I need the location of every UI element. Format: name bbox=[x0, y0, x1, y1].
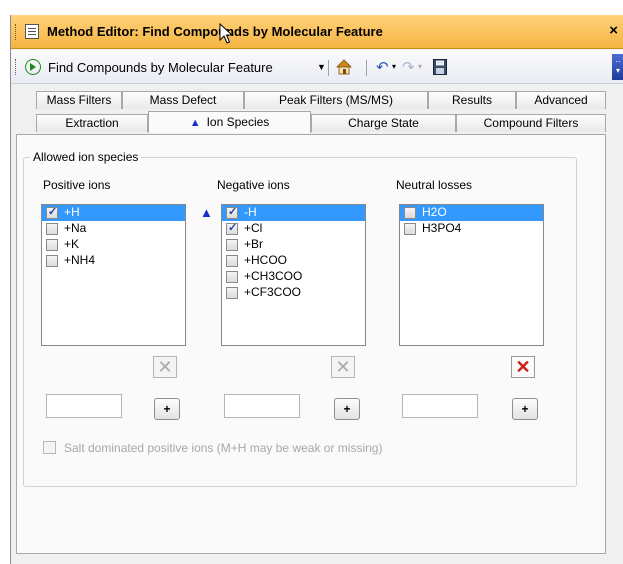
item-checkbox[interactable] bbox=[226, 287, 238, 299]
neutral-losses-label: Neutral losses bbox=[396, 178, 473, 192]
list-item[interactable]: H2O bbox=[400, 205, 543, 221]
home-icon[interactable] bbox=[336, 59, 352, 75]
positive-ions-list[interactable]: +H +Na +K +NH4 bbox=[41, 204, 186, 346]
tab-peak-filters[interactable]: Peak Filters (MS/MS) bbox=[244, 91, 428, 109]
item-checkbox[interactable] bbox=[226, 221, 238, 236]
delete-negative-button[interactable]: ✕ bbox=[331, 356, 355, 378]
item-label: +H bbox=[64, 205, 80, 219]
tab-charge-state[interactable]: Charge State bbox=[311, 114, 456, 132]
grip-handle[interactable] bbox=[15, 59, 18, 75]
negative-ions-list[interactable]: -H +Cl +Br +HCOO +CH3COO +CF3COO bbox=[221, 204, 366, 346]
positive-ion-input[interactable] bbox=[46, 394, 122, 418]
negative-ions-label: Negative ions bbox=[217, 178, 290, 192]
add-positive-button[interactable]: + bbox=[154, 398, 180, 420]
item-checkbox[interactable] bbox=[46, 239, 58, 251]
group-legend: Allowed ion species bbox=[30, 150, 142, 164]
document-icon bbox=[25, 24, 39, 39]
tab-label: Ion Species bbox=[206, 115, 270, 129]
save-icon[interactable] bbox=[433, 59, 447, 75]
item-label: H2O bbox=[422, 205, 447, 219]
list-item[interactable]: +K bbox=[42, 237, 185, 253]
toolbar-separator bbox=[366, 60, 367, 76]
window-title: Method Editor: Find Compounds by Molecul… bbox=[47, 24, 383, 39]
run-icon[interactable] bbox=[25, 59, 41, 75]
tab-mass-defect[interactable]: Mass Defect bbox=[122, 91, 244, 109]
list-item[interactable]: +CH3COO bbox=[222, 269, 365, 285]
tab-advanced[interactable]: Advanced bbox=[516, 91, 606, 109]
item-checkbox[interactable] bbox=[46, 255, 58, 267]
mouse-cursor-icon bbox=[219, 23, 234, 44]
positive-ions-label: Positive ions bbox=[43, 178, 111, 192]
warning-icon: ▲ bbox=[200, 205, 213, 220]
list-item[interactable]: +CF3COO bbox=[222, 285, 365, 301]
tab-ion-species[interactable]: ▲ Ion Species bbox=[148, 111, 311, 133]
tab-results[interactable]: Results bbox=[428, 91, 516, 109]
item-label: H3PO4 bbox=[422, 221, 462, 235]
toolbar-separator bbox=[328, 60, 329, 76]
neutral-loss-input[interactable] bbox=[402, 394, 478, 418]
warning-icon: ▲ bbox=[189, 117, 201, 129]
item-label: +CH3COO bbox=[244, 269, 303, 283]
item-checkbox[interactable] bbox=[46, 205, 58, 220]
method-dropdown[interactable]: Find Compounds by Molecular Feature bbox=[48, 60, 273, 75]
item-checkbox[interactable] bbox=[404, 223, 416, 235]
title-bar[interactable]: Method Editor: Find Compounds by Molecul… bbox=[11, 15, 623, 49]
tab-mass-filters[interactable]: Mass Filters bbox=[36, 91, 122, 109]
chevron-down-icon[interactable]: ▾ bbox=[392, 62, 396, 71]
item-label: +Na bbox=[64, 221, 87, 235]
list-item[interactable]: H3PO4 bbox=[400, 221, 543, 237]
chevron-down-icon[interactable]: ▼ bbox=[317, 62, 326, 72]
item-label: +CF3COO bbox=[244, 285, 302, 299]
redo-icon: ↷ bbox=[402, 59, 415, 76]
salt-dominated-checkbox bbox=[43, 441, 56, 454]
neutral-losses-list[interactable]: H2O H3PO4 bbox=[399, 204, 544, 346]
salt-dominated-label: Salt dominated positive ions (M+H may be… bbox=[64, 441, 383, 455]
item-label: +HCOO bbox=[244, 253, 288, 267]
negative-ion-input[interactable] bbox=[224, 394, 300, 418]
item-label: +NH4 bbox=[64, 253, 96, 267]
item-checkbox[interactable] bbox=[226, 239, 238, 251]
tab-compound-filters[interactable]: Compound Filters bbox=[456, 114, 606, 132]
toolbar: Find Compounds by Molecular Feature ▼ ↶ … bbox=[11, 50, 623, 84]
item-checkbox[interactable] bbox=[404, 207, 416, 219]
chevron-down-icon: ▾ bbox=[418, 62, 423, 71]
item-checkbox[interactable] bbox=[226, 255, 238, 267]
close-icon[interactable]: × bbox=[609, 22, 618, 39]
add-neutral-button[interactable]: + bbox=[512, 398, 538, 420]
list-item[interactable]: -H bbox=[222, 205, 365, 221]
list-item[interactable]: +H bbox=[42, 205, 185, 221]
item-label: +Cl bbox=[244, 221, 263, 235]
item-checkbox[interactable] bbox=[226, 205, 238, 220]
tab-extraction[interactable]: Extraction bbox=[36, 114, 148, 132]
toolbar-overflow-button[interactable]: ‥ ▾ bbox=[612, 54, 623, 80]
delete-neutral-button[interactable]: ✕ bbox=[511, 356, 535, 378]
delete-positive-button[interactable]: ✕ bbox=[153, 356, 177, 378]
list-item[interactable]: +HCOO bbox=[222, 253, 365, 269]
item-label: -H bbox=[244, 205, 257, 219]
undo-icon[interactable]: ↶ bbox=[376, 58, 389, 76]
item-label: +Br bbox=[244, 237, 264, 251]
list-item[interactable]: +Cl bbox=[222, 221, 365, 237]
grip-handle[interactable] bbox=[15, 24, 18, 40]
list-item[interactable]: +Br bbox=[222, 237, 365, 253]
item-checkbox[interactable] bbox=[46, 223, 58, 235]
list-item[interactable]: +NH4 bbox=[42, 253, 185, 269]
item-label: +K bbox=[64, 237, 80, 251]
add-negative-button[interactable]: + bbox=[334, 398, 360, 420]
item-checkbox[interactable] bbox=[226, 271, 238, 283]
list-item[interactable]: +Na bbox=[42, 221, 185, 237]
